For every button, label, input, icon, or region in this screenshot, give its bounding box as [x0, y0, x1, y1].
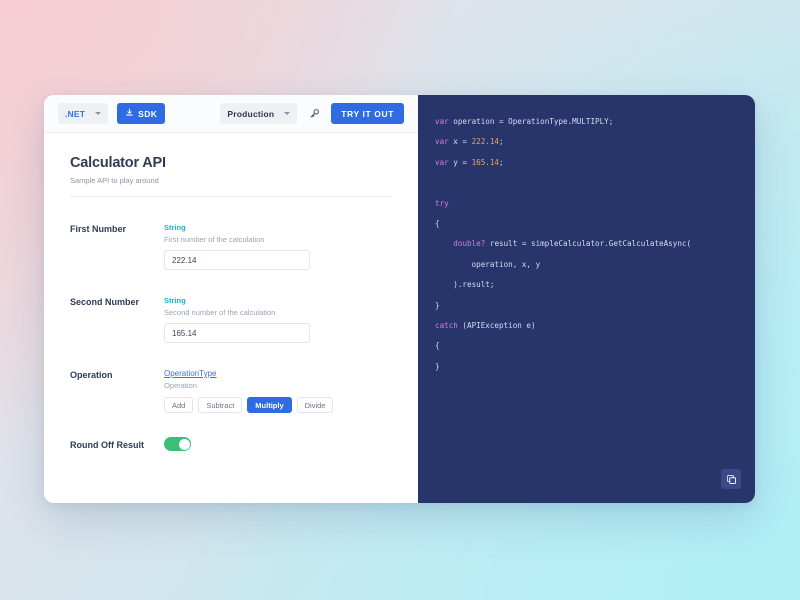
sdk-button[interactable]: SDK — [117, 103, 166, 124]
api-explorer-card: .NET SDK Production TRY IT OUT Calculato… — [44, 95, 755, 503]
form-content: Calculator API Sample API to play around… — [44, 133, 418, 451]
operation-segmented-control: Add Subtract Multiply Divide — [164, 397, 392, 413]
download-icon — [125, 108, 134, 119]
operation-option-divide[interactable]: Divide — [296, 397, 334, 413]
field-label: First Number — [70, 224, 127, 234]
round-off-label: Round Off Result — [70, 439, 144, 450]
language-dropdown-value: .NET — [65, 108, 86, 119]
chevron-down-icon — [284, 112, 291, 115]
field-description: Second number of the calculation — [164, 308, 276, 317]
divider — [70, 196, 392, 197]
key-icon[interactable] — [306, 106, 322, 122]
field-row: Operation OperationType Operation Add Su… — [70, 369, 392, 413]
toolbar: .NET SDK Production TRY IT OUT — [44, 95, 418, 133]
try-it-out-label: TRY IT OUT — [341, 108, 394, 119]
field-row: First Number String First number of the … — [70, 223, 392, 270]
field-type: String — [164, 223, 186, 232]
environment-dropdown[interactable]: Production — [220, 103, 298, 124]
page-title: Calculator API — [70, 155, 166, 171]
field-label: Second Number — [70, 297, 140, 307]
field-description: Operation — [164, 381, 197, 390]
form-pane: .NET SDK Production TRY IT OUT Calculato… — [44, 95, 418, 503]
field-body: String Second number of the calculation — [164, 296, 392, 343]
code-block: var operation = OperationType.MULTIPLY; v… — [435, 117, 692, 371]
copy-icon[interactable] — [721, 469, 741, 489]
round-off-toggle[interactable] — [164, 437, 191, 451]
sdk-button-label: SDK — [138, 108, 158, 119]
code-panel: var operation = OperationType.MULTIPLY; v… — [418, 95, 755, 503]
operation-option-multiply[interactable]: Multiply — [247, 397, 292, 413]
field-label: Operation — [70, 370, 113, 380]
field-description: First number of the calculation — [164, 235, 265, 244]
field-body: String First number of the calculation — [164, 223, 392, 270]
operation-option-subtract[interactable]: Subtract — [198, 397, 243, 413]
second-number-input[interactable] — [164, 323, 310, 343]
toggle-knob — [178, 438, 190, 450]
first-number-input[interactable] — [164, 250, 310, 270]
environment-dropdown-value: Production — [227, 108, 275, 119]
field-body — [164, 437, 392, 451]
page-subtitle: Sample API to play around — [70, 176, 159, 185]
operation-option-add[interactable]: Add — [164, 397, 194, 413]
chevron-down-icon — [95, 112, 102, 115]
field-body: OperationType Operation Add Subtract Mul… — [164, 369, 392, 413]
field-row: Second Number String Second number of th… — [70, 296, 392, 343]
field-type: String — [164, 296, 186, 305]
try-it-out-button[interactable]: TRY IT OUT — [331, 103, 404, 124]
operation-type-link[interactable]: OperationType — [164, 369, 392, 378]
language-dropdown[interactable]: .NET — [58, 103, 109, 124]
field-row: Round Off Result — [70, 437, 392, 451]
